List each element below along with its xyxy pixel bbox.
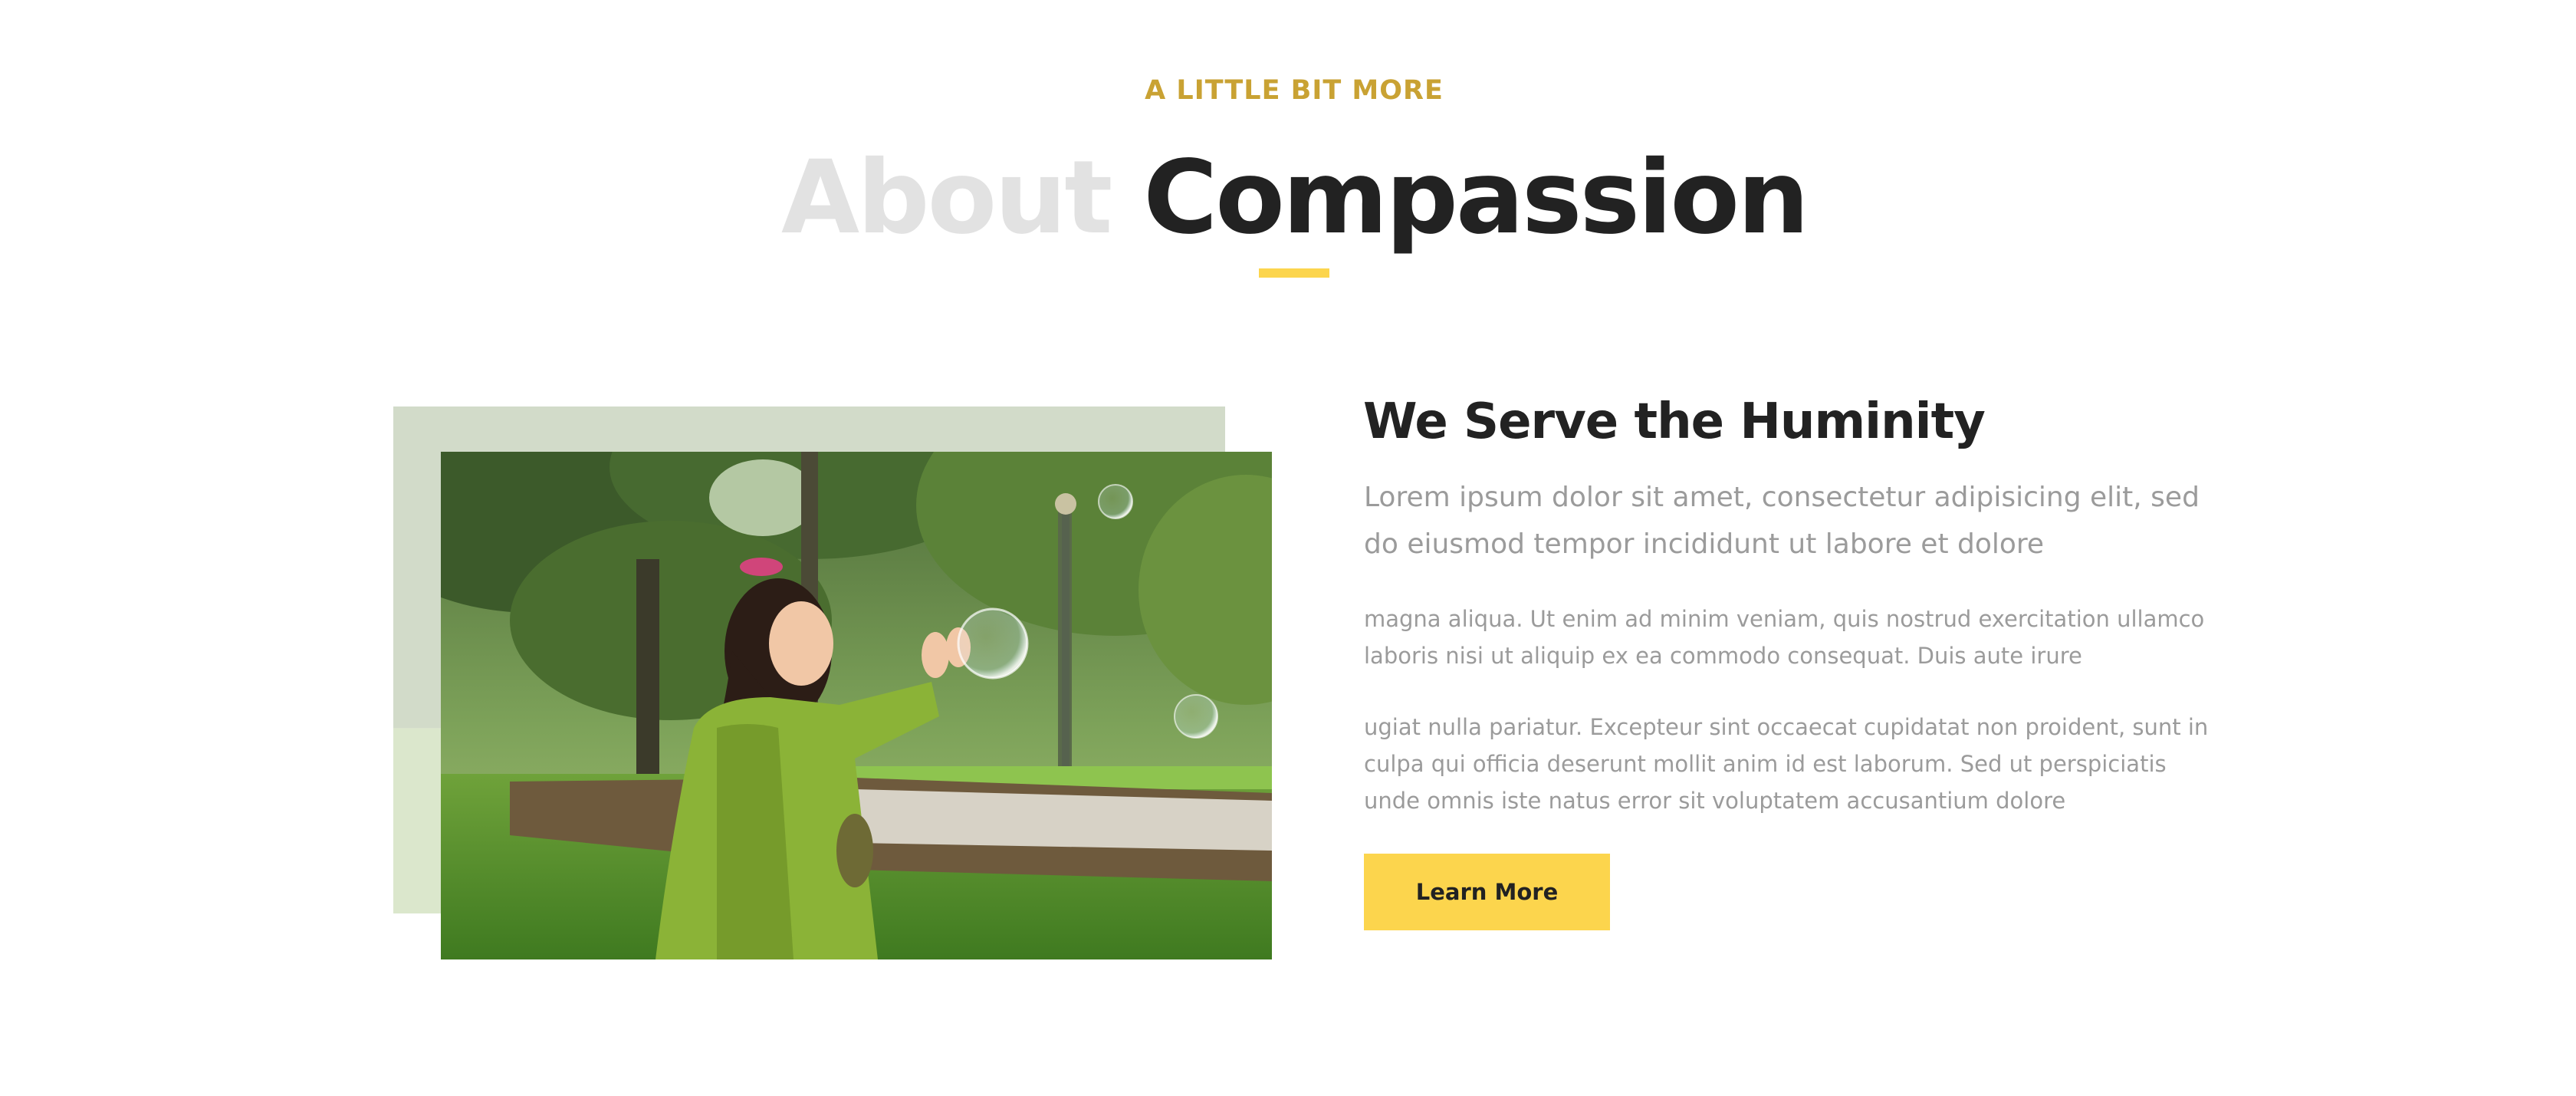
about-paragraph-1: magna aliqua. Ut enim ad minim veniam, q… [1364,606,2205,669]
about-lead: Lorem ipsum dolor sit amet, consectetur … [1364,482,2200,560]
photo-girl-with-bubbles [441,452,1272,959]
learn-more-button[interactable]: Learn More [1364,854,1610,930]
about-paragraph-2: ugiat nulla pariatur. Excepteur sint occ… [1364,714,2209,814]
section-title-faint: About [780,139,1112,257]
section-title-strong: Compassion [1143,139,1809,257]
title-underline [1259,268,1329,278]
section-eyebrow: A LITTLE BIT MORE [1145,75,1444,106]
section-title: About Compassion [0,137,2576,259]
about-heading: We Serve the Huminity [1363,393,1986,450]
